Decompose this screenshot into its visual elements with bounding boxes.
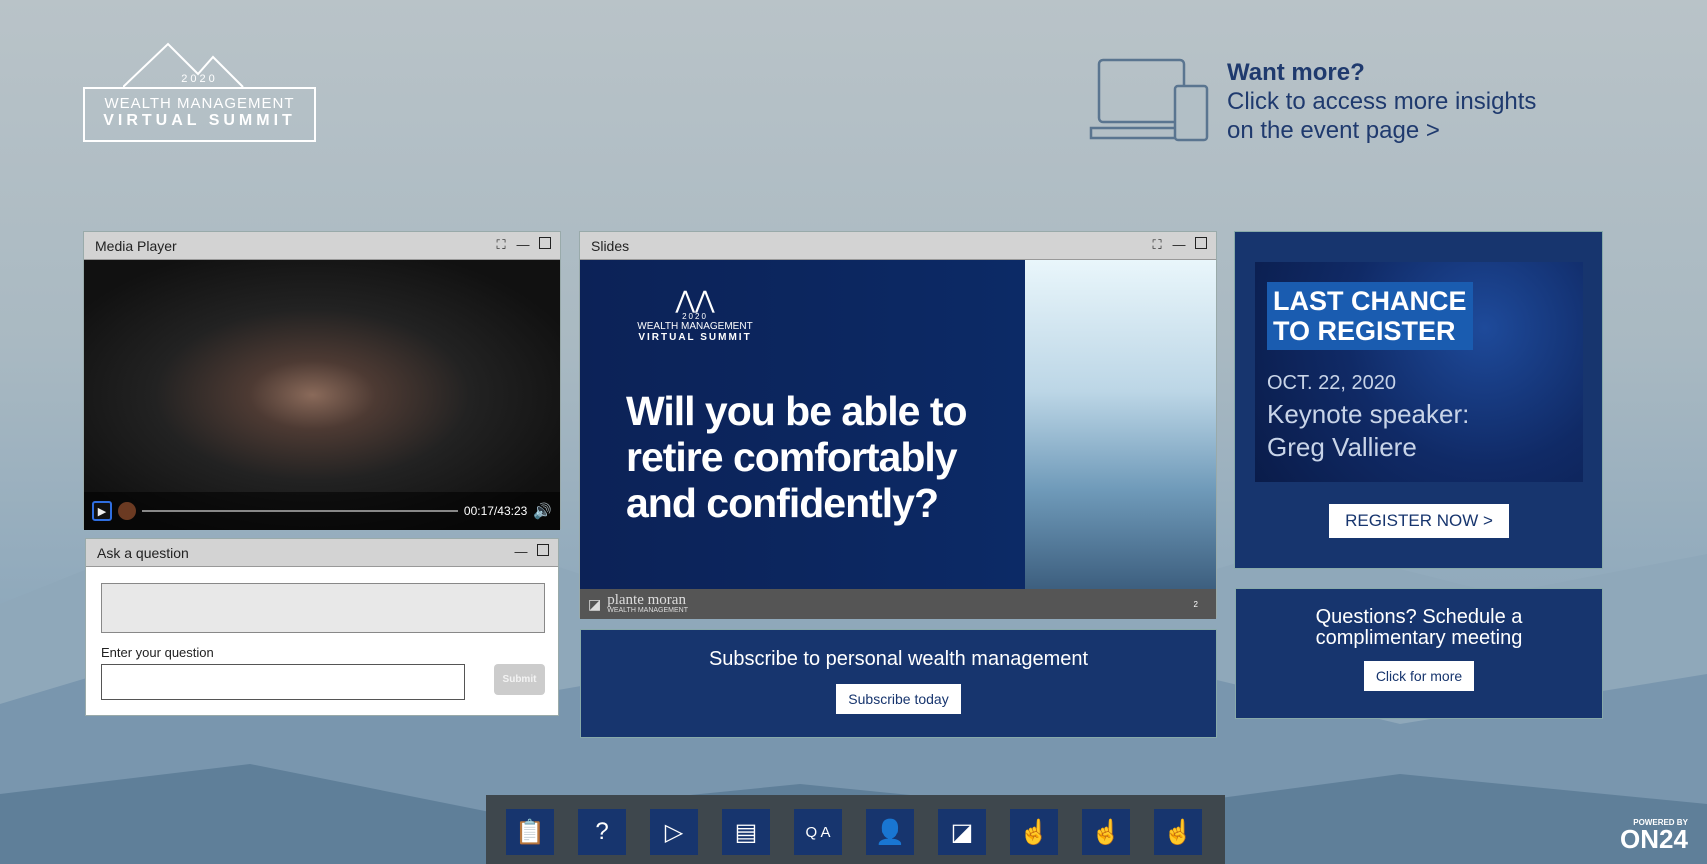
ad-speaker: Greg Valliere: [1267, 432, 1417, 462]
speaker-icon[interactable]: 👤: [866, 809, 914, 855]
submit-button[interactable]: Submit: [494, 664, 545, 695]
register-button[interactable]: REGISTER NOW >: [1329, 504, 1509, 538]
touch-icon[interactable]: ☝: [1010, 809, 1058, 855]
logo-line2: VIRTUAL SUMMIT: [103, 112, 296, 129]
seek-handle[interactable]: [118, 502, 136, 520]
ad-line1: LAST CHANCE: [1273, 286, 1467, 316]
minimize-icon[interactable]: —: [516, 237, 530, 253]
play-button[interactable]: ▶: [92, 501, 112, 521]
tool-dock: 📋 ? ▷ ▤ Q A 👤 ◪ ☝ ☝ ☝: [486, 795, 1225, 864]
play-icon[interactable]: ▷: [650, 809, 698, 855]
ask-question-panel: Ask a question — Enter your question Sub…: [85, 538, 559, 716]
minimize-icon[interactable]: —: [1172, 237, 1186, 253]
volume-icon[interactable]: 🔊: [533, 502, 552, 520]
minimize-icon[interactable]: —: [514, 544, 528, 559]
panel-title: Slides: [591, 238, 630, 254]
promo-heading: Want more?: [1227, 59, 1365, 86]
video-controls: ▶ 00:17/43:23 🔊: [84, 492, 560, 530]
maximize-icon[interactable]: [538, 237, 552, 253]
panel-title: Media Player: [95, 238, 177, 254]
slides-icon[interactable]: ▤: [722, 809, 770, 855]
logo-line1: WEALTH MANAGEMENT: [104, 95, 295, 112]
subscribe-banner: Subscribe to personal wealth management …: [580, 629, 1217, 738]
slides-panel: Slides ⛶ — ⋀⋀ 2020 WEALTH MANAGEMENT VIRTUAL…: [579, 231, 1217, 619]
time-display: 00:17/43:23: [463, 504, 528, 518]
logo-year: 2020: [181, 73, 218, 85]
laptop-phone-icon: [1089, 58, 1209, 142]
question-input[interactable]: [101, 664, 465, 700]
promo-link[interactable]: on the event page >: [1227, 117, 1440, 144]
touch-icon[interactable]: ☝: [1082, 809, 1130, 855]
summit-logo: 2020 WEALTH MANAGEMENT VIRTUAL SUMMIT: [83, 39, 316, 142]
qa-icon[interactable]: Q A: [794, 809, 842, 855]
meeting-button[interactable]: Click for more: [1363, 661, 1475, 691]
slide-content: ⋀⋀ 2020 WEALTH MANAGEMENT VIRTUAL SUMMIT Wi…: [580, 260, 1216, 589]
subscribe-text: Subscribe to personal wealth management: [708, 648, 1089, 670]
question-label: Enter your question: [101, 645, 214, 660]
help-icon[interactable]: ?: [578, 809, 626, 855]
touch-icon[interactable]: ☝: [1154, 809, 1202, 855]
slide-question: Will you be able to retire comfortably a…: [626, 388, 968, 526]
question-history-box: [101, 583, 545, 633]
slide-footer: ◪ plante moran WEALTH MANAGEMENT 2: [580, 589, 1216, 619]
maximize-icon[interactable]: [536, 544, 550, 559]
on24-brand: ON24: [1620, 824, 1688, 854]
plante-moran-icon[interactable]: ◪: [938, 809, 986, 855]
meeting-banner: Questions? Schedule a complimentary meet…: [1235, 588, 1603, 719]
footer-brand: plante moran: [607, 592, 686, 608]
slide-logo: ⋀⋀ 2020 WEALTH MANAGEMENT VIRTUAL SUMMIT: [637, 287, 753, 344]
media-player-panel: Media Player ⛶ — ▶ 00:17/43:23 🔊: [83, 231, 561, 530]
register-banner: LAST CHANCE TO REGISTER OCT. 22, 2020 Keyn…: [1234, 231, 1603, 569]
seek-bar[interactable]: [142, 510, 458, 512]
fullscreen-icon[interactable]: ⛶: [494, 237, 508, 253]
maximize-icon[interactable]: [1194, 237, 1208, 253]
event-page-promo[interactable]: Want more? Click to access more insights o…: [1089, 58, 1536, 149]
ad-date: OCT. 22, 2020: [1267, 372, 1396, 394]
fullscreen-icon[interactable]: ⛶: [1150, 237, 1164, 253]
footer-sub: WEALTH MANAGEMENT: [607, 607, 688, 614]
slide-page-number: 2: [1193, 599, 1198, 609]
subscribe-button[interactable]: Subscribe today: [836, 684, 961, 714]
video-frame[interactable]: ▶ 00:17/43:23 🔊: [84, 260, 560, 530]
ad-line2: TO REGISTER: [1273, 316, 1456, 346]
promo-line1[interactable]: Click to access more insights: [1227, 88, 1536, 115]
survey-icon[interactable]: 📋: [506, 809, 554, 855]
on24-logo: POWERED BY ON24: [1620, 818, 1688, 854]
panel-title: Ask a question: [97, 545, 189, 561]
register-ad[interactable]: LAST CHANCE TO REGISTER OCT. 22, 2020 Keyn…: [1255, 262, 1583, 482]
plante-moran-icon: ◪: [588, 595, 602, 612]
ad-speaker-label: Keynote speaker:: [1267, 399, 1470, 429]
meeting-text: Questions? Schedule a complimentary meet…: [1315, 606, 1523, 649]
